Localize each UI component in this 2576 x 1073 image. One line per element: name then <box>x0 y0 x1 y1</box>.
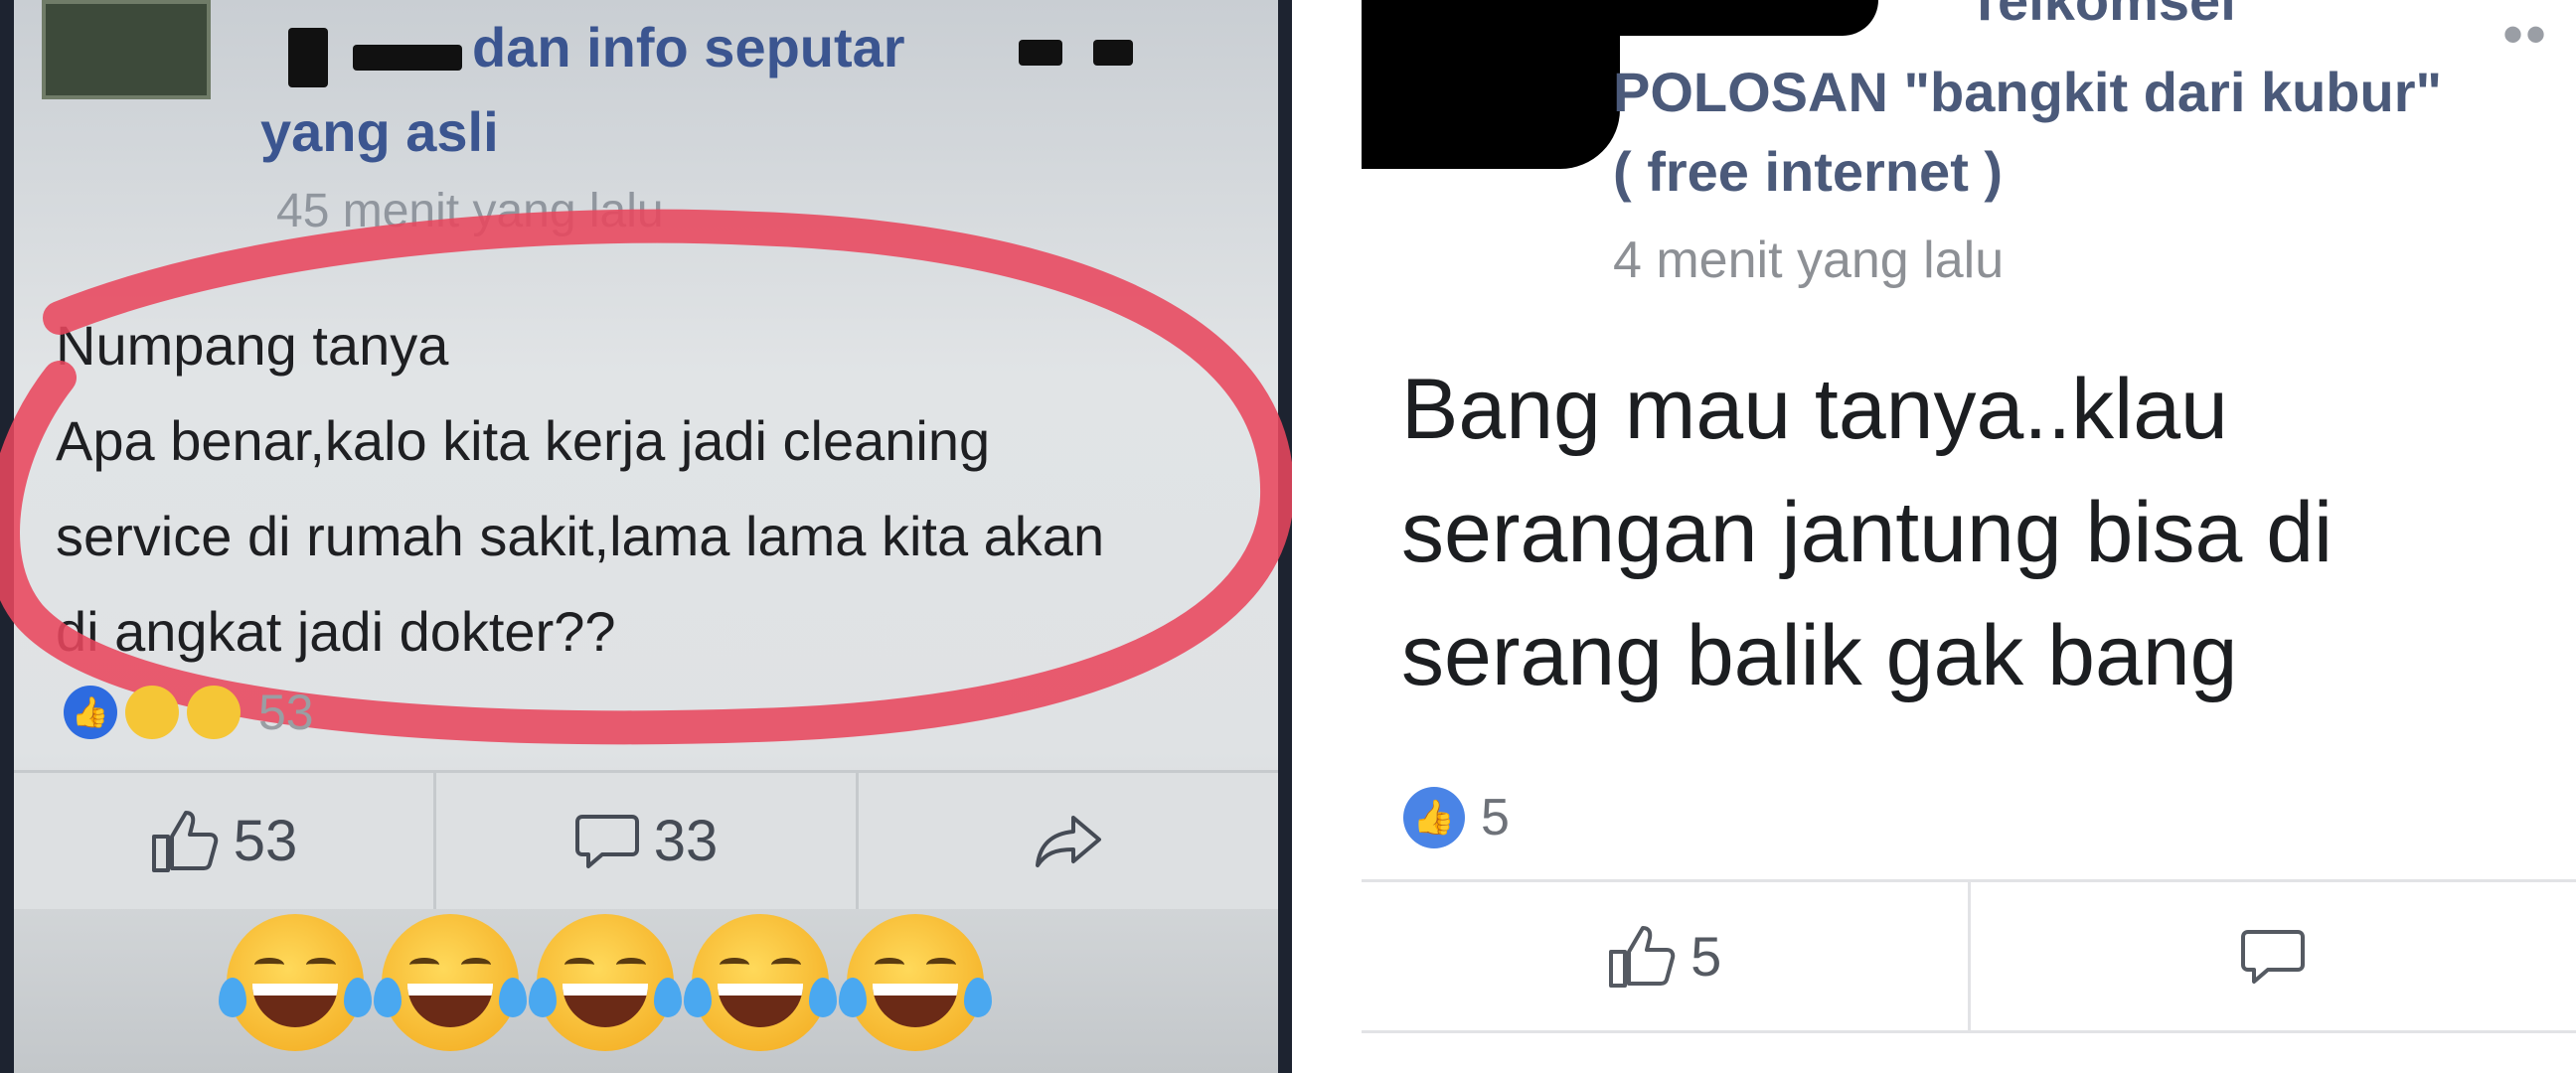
action-bar: 53 33 <box>14 770 1278 909</box>
action-bar: 5 <box>1362 879 2576 1033</box>
post-text-line: di angkat jadi dokter?? <box>56 600 616 663</box>
reaction-count: 53 <box>258 685 314 740</box>
tears-of-joy-emoji <box>374 914 527 1051</box>
like-reaction-icon: 👍 <box>64 686 117 739</box>
like-button[interactable]: 53 <box>14 773 436 909</box>
comment-button[interactable] <box>1971 882 2576 1030</box>
post-text-line: serang balik gak bang <box>1401 608 2238 703</box>
emoji-reply-row <box>219 914 992 1051</box>
like-count: 5 <box>1690 925 1722 988</box>
page-name-line1[interactable]: dan info seputar <box>472 15 905 79</box>
share-button[interactable] <box>859 773 1278 909</box>
comment-button[interactable]: 33 <box>436 773 859 909</box>
tears-of-joy-emoji <box>219 914 372 1051</box>
reaction-summary[interactable]: 👍 53 <box>64 684 314 741</box>
thumbs-up-icon <box>1609 925 1676 988</box>
post-text-line: Bang mau tanya..klau <box>1401 362 2228 457</box>
thumbs-up-icon <box>151 810 218 872</box>
more-dots-icon[interactable]: •• <box>2502 0 2548 69</box>
redaction-mark <box>288 28 328 87</box>
post-text-line: serangan jantung bisa di <box>1401 485 2334 580</box>
redaction-mark <box>1093 40 1133 66</box>
redaction-mark <box>353 45 462 71</box>
share-arrow-icon <box>1036 815 1101 867</box>
page-subtitle[interactable]: ( free internet ) <box>1613 139 2003 204</box>
haha-reaction-icon <box>125 686 179 739</box>
reaction-summary[interactable]: 👍 5 <box>1403 787 1510 848</box>
left-screenshot-panel: dan info seputar yang asli 45 menit yang… <box>0 0 1292 1073</box>
post-timestamp[interactable]: 45 menit yang lalu <box>276 184 664 238</box>
post-text-line: Apa benar,kalo kita kerja jadi cleaning <box>56 409 991 472</box>
like-button[interactable]: 5 <box>1362 882 1971 1030</box>
tears-of-joy-emoji <box>529 914 682 1051</box>
page-name-line2[interactable]: yang asli <box>260 99 499 164</box>
post-text-line: Numpang tanya <box>56 314 449 377</box>
like-count: 53 <box>233 809 298 873</box>
post-timestamp[interactable]: 4 menit yang lalu <box>1613 230 2004 290</box>
post-text-line: service di rumah sakit,lama lama kita ak… <box>56 505 1105 567</box>
tears-of-joy-emoji <box>839 914 992 1051</box>
comment-bubble-icon <box>574 814 639 868</box>
reaction-count: 5 <box>1481 789 1510 846</box>
right-screenshot-panel: Telkomsel •• POLOSAN "bangkit dari kubur… <box>1362 0 2576 1073</box>
like-reaction-icon: 👍 <box>1403 787 1465 848</box>
comment-count: 33 <box>653 809 719 873</box>
page-name[interactable]: POLOSAN "bangkit dari kubur" <box>1613 60 2442 124</box>
header-fragment: Telkomsel <box>1968 0 2236 32</box>
tears-of-joy-emoji <box>684 914 837 1051</box>
comment-bubble-icon <box>2241 929 2306 984</box>
page-avatar[interactable] <box>42 0 211 99</box>
post-body: Numpang tanya Apa benar,kalo kita kerja … <box>56 298 1268 680</box>
post-body: Bang mau tanya..klau serangan jantung bi… <box>1401 348 2554 717</box>
redaction-mark <box>1019 40 1062 66</box>
haha-reaction-icon <box>187 686 241 739</box>
redacted-avatar[interactable] <box>1362 0 1620 169</box>
